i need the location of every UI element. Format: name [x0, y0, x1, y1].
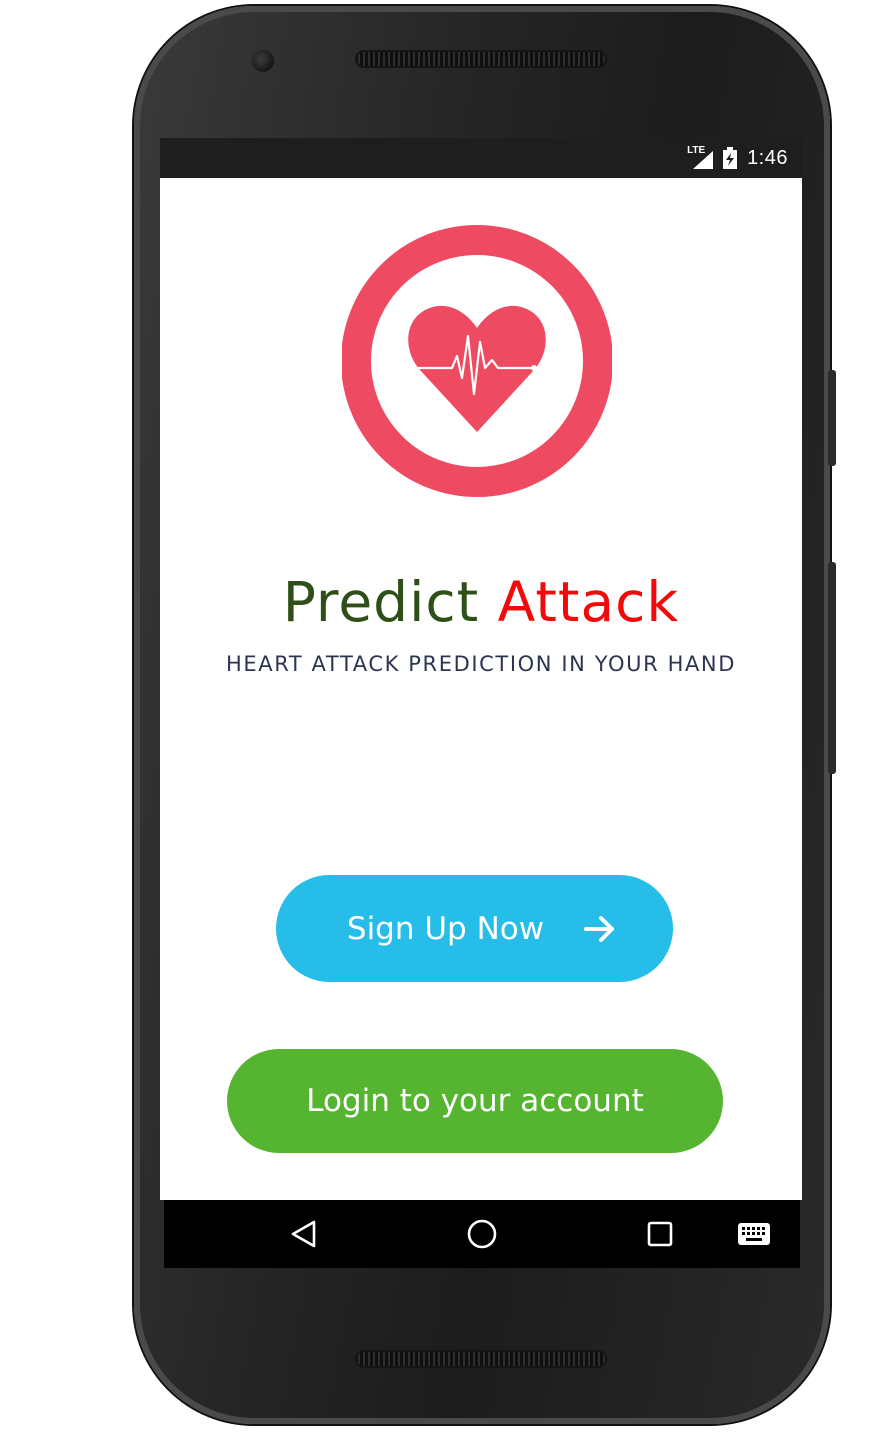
status-time: 1:46 [747, 146, 788, 169]
arrow-right-icon [584, 915, 616, 942]
recents-button[interactable] [630, 1200, 690, 1268]
status-bar: LTE 1:46 [160, 138, 802, 178]
login-button[interactable]: Login to your account [227, 1049, 723, 1153]
login-label: Login to your account [306, 1083, 644, 1119]
app-title-word2: Attack [497, 570, 680, 634]
back-icon [291, 1220, 316, 1248]
navigation-bar [164, 1200, 800, 1268]
sign-up-button[interactable]: Sign Up Now [276, 875, 673, 982]
signal-icon: LTE [687, 145, 714, 169]
power-button [828, 370, 836, 466]
app-tagline: HEART ATTACK PREDICTION IN YOUR HAND [225, 652, 737, 676]
heart-pulse-logo-icon [342, 225, 612, 497]
recents-icon [647, 1221, 673, 1247]
front-camera [252, 50, 274, 72]
battery-icon [723, 147, 738, 169]
back-button[interactable] [274, 1200, 334, 1268]
app-title-word1: Predict [282, 570, 480, 634]
app-screen: Predict Attack HEART ATTACK PREDICTION I… [160, 178, 802, 1200]
volume-button [828, 562, 836, 774]
sign-up-label: Sign Up Now [346, 910, 545, 947]
keyboard-icon [738, 1223, 770, 1245]
top-speaker [355, 50, 607, 68]
keyboard-button[interactable] [724, 1200, 784, 1268]
bottom-speaker [355, 1350, 607, 1368]
signal-bars-icon [693, 151, 714, 169]
status-icons: LTE 1:46 [687, 138, 788, 178]
app-title: Predict Attack [160, 570, 802, 634]
home-icon [467, 1219, 497, 1249]
home-button[interactable] [452, 1200, 512, 1268]
